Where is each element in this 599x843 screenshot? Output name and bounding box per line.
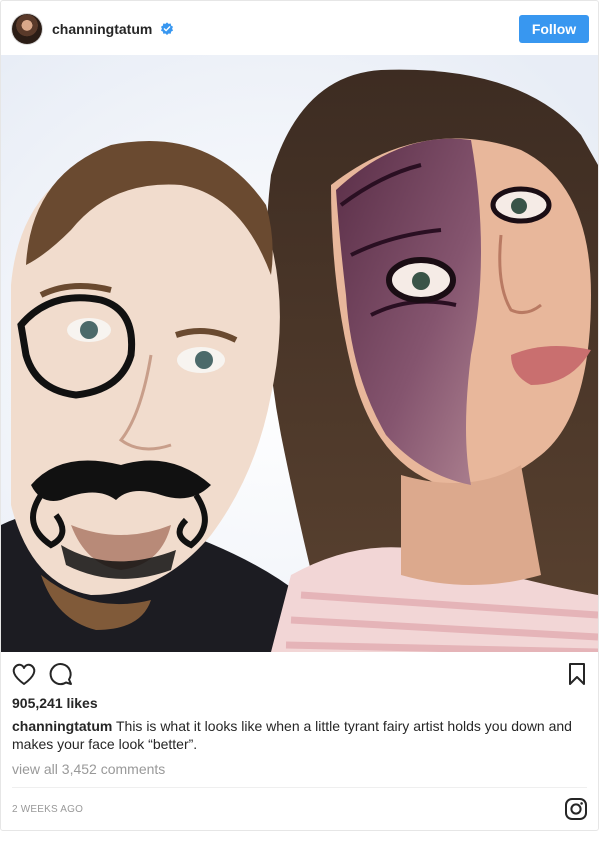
view-all-comments-link[interactable]: view all 3,452 comments — [12, 760, 165, 778]
comment-bubble-icon[interactable] — [47, 660, 75, 688]
post-timestamp: 2 WEEKS AGO — [12, 804, 84, 815]
caption-username[interactable]: channingtatum — [12, 718, 112, 734]
verified-badge-icon — [160, 22, 174, 35]
avatar[interactable] — [12, 14, 42, 44]
post-image — [1, 55, 598, 652]
post-photo[interactable] — [1, 55, 598, 652]
divider — [12, 787, 587, 788]
likes-count[interactable]: 905,241 likes — [12, 694, 98, 712]
action-bar — [1, 652, 598, 692]
bookmark-icon[interactable] — [563, 660, 591, 688]
instagram-post-card: channingtatum Follow 905,241 likes chann… — [0, 0, 599, 831]
heart-outline-icon[interactable] — [10, 660, 38, 688]
post-header: channingtatum Follow — [1, 1, 598, 55]
caption: channingtatum This is what it looks like… — [12, 717, 592, 753]
username[interactable]: channingtatum — [52, 20, 152, 38]
instagram-logo-icon[interactable] — [564, 797, 588, 821]
follow-button[interactable]: Follow — [519, 15, 589, 43]
